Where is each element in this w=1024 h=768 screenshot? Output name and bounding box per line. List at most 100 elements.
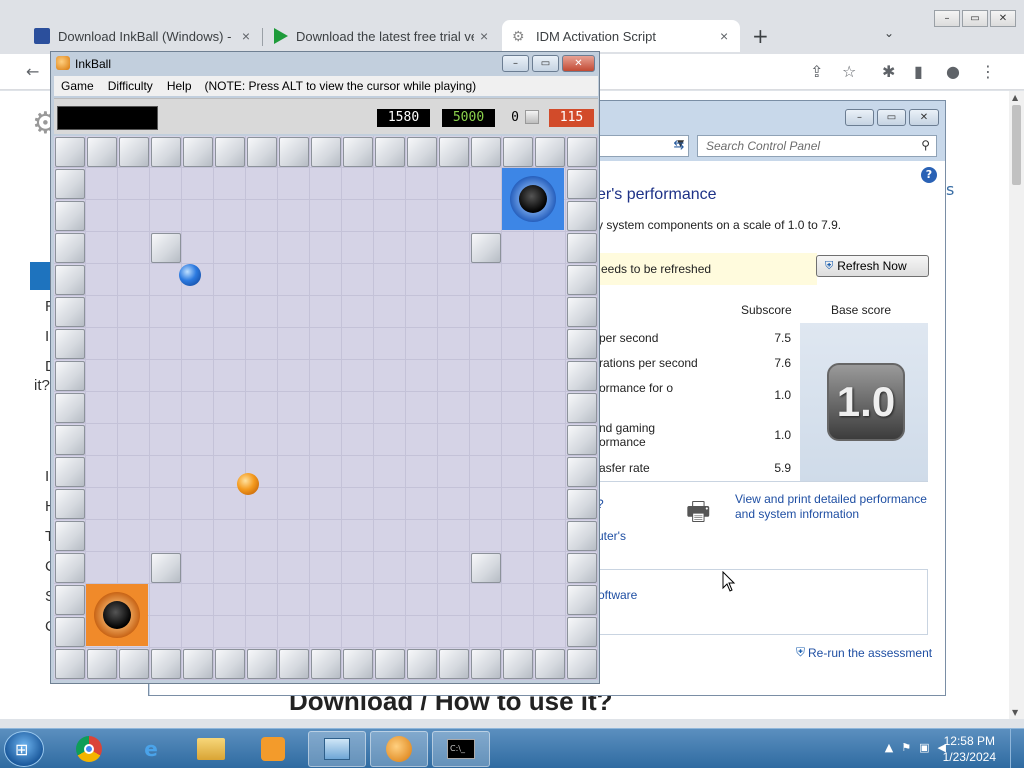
board-cell bbox=[310, 264, 342, 296]
profile-icon[interactable]: ● bbox=[946, 62, 960, 81]
board-cell bbox=[118, 488, 150, 520]
wall-tile bbox=[151, 553, 181, 583]
board-cell bbox=[374, 360, 406, 392]
board-cell bbox=[438, 328, 470, 360]
tab-close-icon[interactable]: × bbox=[242, 28, 250, 44]
board-cell bbox=[214, 616, 246, 648]
board-cell bbox=[406, 392, 438, 424]
menu-difficulty[interactable]: Difficulty bbox=[101, 79, 160, 93]
control-panel-search-input[interactable]: Search Control Panel ⚲ bbox=[697, 135, 937, 157]
wall-tile bbox=[215, 137, 245, 167]
menu-help[interactable]: Help bbox=[160, 79, 199, 93]
board-cell bbox=[86, 552, 118, 584]
taskbar-cmd[interactable]: C:\_ bbox=[432, 731, 490, 767]
board-cell bbox=[502, 456, 534, 488]
refresh-now-button[interactable]: ⛨ Refresh Now bbox=[816, 255, 929, 277]
board-cell bbox=[342, 168, 374, 200]
taskbar-ie[interactable]: e bbox=[122, 731, 180, 767]
board-cell bbox=[118, 424, 150, 456]
taskbar-clock[interactable]: 12:58 PM 1/23/2024 bbox=[943, 733, 996, 765]
table-row: rations per second 7.6 bbox=[597, 356, 797, 372]
bookmark-star-icon[interactable]: ☆ bbox=[842, 62, 856, 81]
minimize-button[interactable]: – bbox=[502, 55, 529, 72]
tray-expand-icon[interactable]: ▲ bbox=[885, 741, 893, 754]
start-button[interactable]: ⊞ bbox=[4, 731, 44, 767]
taskbar-media-player[interactable] bbox=[244, 731, 302, 767]
scrollbar-thumb[interactable] bbox=[1012, 105, 1021, 185]
maximize-button[interactable]: ▭ bbox=[962, 10, 988, 27]
board-cell bbox=[150, 584, 182, 616]
base-score-badge: 1.0 bbox=[827, 363, 905, 441]
refresh-icon[interactable]: ⇆ bbox=[669, 135, 689, 157]
tab-idm-activation[interactable]: ⚙ IDM Activation Script × bbox=[502, 20, 740, 52]
wall-tile bbox=[567, 425, 597, 455]
maximize-button[interactable]: ▭ bbox=[877, 109, 906, 126]
board-cell bbox=[502, 552, 534, 584]
computer-link[interactable]: uter's bbox=[597, 529, 626, 543]
board-cell bbox=[374, 232, 406, 264]
wall-tile bbox=[567, 553, 597, 583]
new-tab-button[interactable]: + bbox=[752, 24, 769, 48]
back-arrow-icon[interactable]: ← bbox=[26, 62, 39, 81]
board-cell bbox=[182, 616, 214, 648]
board-cell bbox=[470, 616, 502, 648]
inkball-window-controls: – ▭ ✕ bbox=[502, 55, 595, 72]
board-cell bbox=[86, 200, 118, 232]
progress-display bbox=[57, 106, 158, 130]
scroll-down-arrow-icon[interactable]: ▼ bbox=[1012, 708, 1018, 717]
minimize-button[interactable]: – bbox=[845, 109, 874, 126]
print-details-link[interactable]: View and print detailed performance and … bbox=[735, 492, 935, 522]
page-scrollbar[interactable]: ▲ ▼ bbox=[1009, 91, 1024, 719]
action-center-icon[interactable]: ⚑ bbox=[901, 741, 911, 754]
board-cell bbox=[278, 360, 310, 392]
taskbar-inkball[interactable] bbox=[370, 731, 428, 767]
show-desktop-button[interactable] bbox=[1010, 729, 1024, 768]
rerun-assessment-link[interactable]: ⛨ Re-run the assessment bbox=[796, 645, 932, 660]
board-cell bbox=[534, 232, 566, 264]
subscore-header: Subscore bbox=[741, 303, 792, 317]
side-panel-icon[interactable]: ▮ bbox=[914, 62, 923, 81]
menu-game[interactable]: Game bbox=[54, 79, 101, 93]
board-cell bbox=[182, 488, 214, 520]
software-link[interactable]: oftware bbox=[598, 588, 637, 602]
wall-tile bbox=[439, 137, 469, 167]
close-button[interactable]: ✕ bbox=[562, 55, 595, 72]
browser-menu-icon[interactable]: ⋮ bbox=[980, 62, 996, 81]
target-score-display: 5000 bbox=[442, 109, 495, 127]
system-tray: ▲ ⚑ ▣ ◀ bbox=[885, 741, 946, 754]
board-cell bbox=[342, 424, 374, 456]
minimize-button[interactable]: – bbox=[934, 10, 960, 27]
taskbar-chrome[interactable] bbox=[60, 731, 118, 767]
tab-close-icon[interactable]: × bbox=[720, 28, 728, 44]
help-icon[interactable]: ? bbox=[921, 167, 937, 183]
wall-tile bbox=[55, 521, 85, 551]
basescore-header: Base score bbox=[831, 303, 892, 317]
inkball-titlebar[interactable]: InkBall – ▭ ✕ bbox=[51, 52, 599, 76]
network-icon[interactable]: ▣ bbox=[919, 741, 929, 754]
orange-hole bbox=[86, 584, 148, 646]
board-cell bbox=[502, 392, 534, 424]
game-board[interactable] bbox=[54, 136, 598, 680]
board-cell bbox=[374, 168, 406, 200]
board-cell bbox=[182, 360, 214, 392]
scroll-up-arrow-icon[interactable]: ▲ bbox=[1012, 93, 1018, 102]
extensions-puzzle-icon[interactable]: ✱ bbox=[882, 62, 895, 81]
board-cell bbox=[534, 392, 566, 424]
board-cell bbox=[150, 264, 182, 296]
tab-close-icon[interactable]: × bbox=[480, 28, 488, 44]
search-icon[interactable]: ⚲ bbox=[921, 138, 930, 152]
tab-inkball-download[interactable]: Download InkBall (Windows) - M × bbox=[24, 20, 260, 52]
taskbar-explorer[interactable] bbox=[182, 731, 240, 767]
taskbar-control-panel[interactable] bbox=[308, 731, 366, 767]
board-cell bbox=[150, 616, 182, 648]
maximize-button[interactable]: ▭ bbox=[532, 55, 559, 72]
tab-search-icon[interactable]: ⌄ bbox=[884, 26, 894, 40]
share-icon[interactable]: ⇪ bbox=[810, 62, 823, 81]
board-cell bbox=[406, 360, 438, 392]
board-cell bbox=[374, 392, 406, 424]
tab-free-trial[interactable]: Download the latest free trial ver × bbox=[264, 20, 500, 52]
close-button[interactable]: ✕ bbox=[990, 10, 1016, 27]
board-cell bbox=[246, 360, 278, 392]
close-button[interactable]: ✕ bbox=[909, 109, 939, 126]
board-cell bbox=[246, 296, 278, 328]
